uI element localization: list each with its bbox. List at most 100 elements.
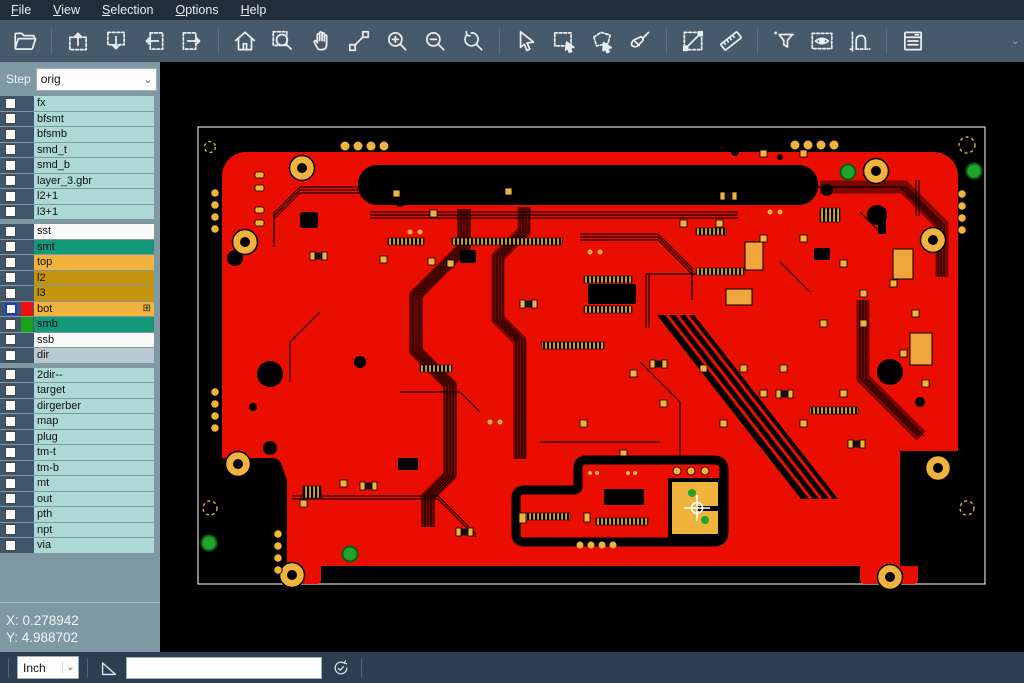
layer-visibility-checkbox[interactable] (5, 493, 16, 504)
layer-visibility-checkbox[interactable] (5, 144, 16, 155)
layer-visibility-checkbox[interactable] (5, 478, 16, 489)
zoom-window-button[interactable] (268, 25, 298, 57)
zoom-in-button[interactable] (382, 25, 412, 57)
layer-label[interactable]: smd_b (34, 158, 154, 173)
layer-row[interactable]: out (0, 492, 154, 507)
unit-select[interactable]: Inch ⌄ (17, 656, 79, 679)
layer-label[interactable]: npt (34, 523, 154, 538)
layer-label[interactable]: fx (34, 96, 154, 111)
filter-button[interactable] (769, 25, 799, 57)
select-pointer-button[interactable] (511, 25, 541, 57)
clear-brush-button[interactable] (625, 25, 655, 57)
layer-row[interactable]: dir (0, 348, 154, 363)
layer-visibility-checkbox[interactable] (5, 288, 16, 299)
layer-label[interactable]: ssb (34, 333, 154, 348)
layer-row[interactable]: mt (0, 476, 154, 491)
layer-label[interactable]: 2dir-- (34, 368, 154, 383)
menu-file[interactable]: File (0, 0, 42, 20)
layer-label[interactable]: mt (34, 476, 154, 491)
layer-label[interactable]: map (34, 414, 154, 429)
open-folder-button[interactable] (10, 25, 40, 57)
layer-visibility-checkbox[interactable] (5, 113, 16, 124)
layer-visibility-checkbox[interactable] (5, 319, 16, 330)
layer-visibility-checkbox[interactable] (5, 447, 16, 458)
toolbar-overflow-chevron[interactable]: ⌄ (1011, 34, 1020, 47)
layer-label[interactable]: dirgerber (34, 399, 154, 414)
layer-row[interactable]: l3+1 (0, 205, 154, 220)
layer-visibility-checkbox[interactable] (5, 191, 16, 202)
layer-row[interactable]: layer_3.gbr (0, 174, 154, 189)
measure-diagonal-button[interactable] (678, 25, 708, 57)
layer-visibility-checkbox[interactable] (5, 303, 17, 315)
layer-label[interactable]: l3+1 (34, 205, 154, 220)
layer-row[interactable]: l3 (0, 286, 154, 301)
layer-label[interactable]: smt (34, 240, 154, 255)
step-select[interactable]: orig ⌄ (36, 68, 157, 91)
layer-row[interactable]: l2 (0, 271, 154, 286)
nudge-down-button[interactable] (101, 25, 131, 57)
layer-label[interactable]: bot⊞ (34, 302, 154, 317)
layer-row[interactable]: tm-t (0, 445, 154, 460)
layer-row[interactable]: pth (0, 507, 154, 522)
layer-label[interactable]: plug (34, 430, 154, 445)
menu-selection[interactable]: Selection (91, 0, 164, 20)
layer-row[interactable]: target (0, 383, 154, 398)
layer-visibility-checkbox[interactable] (5, 98, 16, 109)
layer-label[interactable]: bfsmt (34, 112, 154, 127)
layer-row[interactable]: l2+1 (0, 189, 154, 204)
layer-row-bot-active[interactable]: bot⊞ (0, 302, 154, 317)
nudge-up-button[interactable] (63, 25, 93, 57)
angle-icon[interactable] (98, 657, 120, 679)
layer-row[interactable]: smd_b (0, 158, 154, 173)
layer-label[interactable]: tm-b (34, 461, 154, 476)
nudge-left-button[interactable] (139, 25, 169, 57)
layer-row[interactable]: sst (0, 224, 154, 239)
trace-follow-button[interactable] (845, 25, 875, 57)
layer-label[interactable]: l3 (34, 286, 154, 301)
layer-label[interactable]: target (34, 383, 154, 398)
layer-visibility-checkbox[interactable] (5, 175, 16, 186)
layer-visibility-checkbox[interactable] (5, 206, 16, 217)
layer-visibility-checkbox[interactable] (5, 129, 16, 140)
menu-options[interactable]: Options (164, 0, 229, 20)
layer-visibility-checkbox[interactable] (5, 385, 16, 396)
layer-row[interactable]: via (0, 538, 154, 553)
layer-color-swatch[interactable] (21, 317, 33, 332)
view-box-button[interactable] (807, 25, 837, 57)
layer-label[interactable]: smd_t (34, 143, 154, 158)
layer-visibility-checkbox[interactable] (5, 431, 16, 442)
layer-label[interactable]: sst (34, 224, 154, 239)
layer-label[interactable]: dir (34, 348, 154, 363)
layer-label[interactable]: out (34, 492, 154, 507)
measure-segment-button[interactable] (344, 25, 374, 57)
menu-view[interactable]: View (42, 0, 91, 20)
layer-visibility-checkbox[interactable] (5, 241, 16, 252)
select-polygon-button[interactable] (587, 25, 617, 57)
layer-visibility-checkbox[interactable] (5, 257, 16, 268)
pan-hand-button[interactable] (306, 25, 336, 57)
layer-row[interactable]: plug (0, 430, 154, 445)
layer-visibility-checkbox[interactable] (5, 509, 16, 520)
layer-label[interactable]: smb (34, 317, 154, 332)
zoom-previous-button[interactable] (458, 25, 488, 57)
layer-row[interactable]: fx (0, 96, 154, 111)
layer-visibility-checkbox[interactable] (5, 524, 16, 535)
layer-row[interactable]: map (0, 414, 154, 429)
select-rectangle-button[interactable] (549, 25, 579, 57)
pcb-canvas[interactable] (160, 62, 1024, 652)
layer-color-swatch[interactable] (21, 302, 33, 317)
layer-label[interactable]: top (34, 255, 154, 270)
layer-row[interactable]: npt (0, 523, 154, 538)
layer-visibility-checkbox[interactable] (5, 350, 16, 361)
layer-visibility-checkbox[interactable] (5, 226, 16, 237)
layer-visibility-checkbox[interactable] (5, 540, 16, 551)
command-input[interactable] (126, 657, 322, 679)
layer-label[interactable]: bfsmb (34, 127, 154, 142)
menu-help[interactable]: Help (230, 0, 278, 20)
home-view-button[interactable] (230, 25, 260, 57)
layer-visibility-checkbox[interactable] (5, 462, 16, 473)
nudge-right-button[interactable] (177, 25, 207, 57)
layer-row[interactable]: smt (0, 240, 154, 255)
report-button[interactable] (898, 25, 928, 57)
layer-row[interactable]: bfsmt (0, 112, 154, 127)
